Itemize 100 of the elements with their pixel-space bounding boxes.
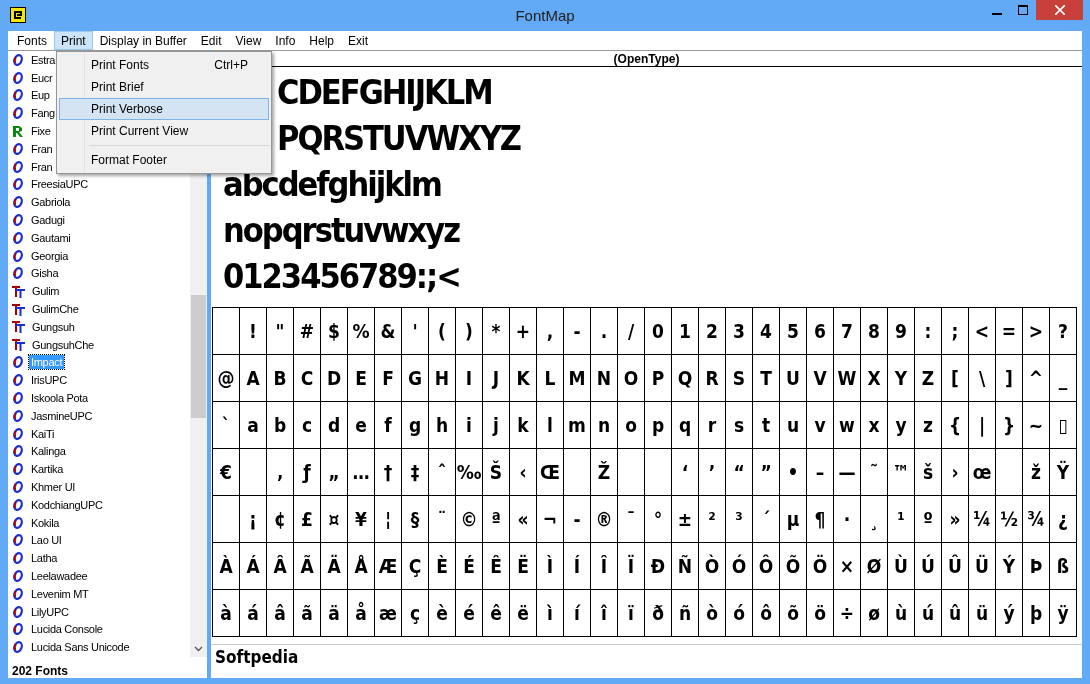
menu-item[interactable]: Print (54, 31, 93, 50)
glyph-cell[interactable]: 8 (861, 308, 887, 354)
font-list-item[interactable]: GulimChe (30, 302, 81, 317)
glyph-cell[interactable]: x (861, 402, 887, 448)
glyph-cell[interactable]: u (780, 402, 806, 448)
glyph-cell[interactable]: z (915, 402, 941, 448)
glyph-cell[interactable]: U (780, 355, 806, 401)
glyph-cell[interactable]: a (240, 402, 266, 448)
glyph-cell[interactable]: E (348, 355, 374, 401)
menu-option[interactable]: Print Fonts Ctrl+P (59, 54, 269, 76)
font-list-item[interactable]: Fran (29, 141, 55, 156)
glyph-cell[interactable]: Ó (726, 543, 752, 589)
glyph-cell[interactable]: l (537, 402, 563, 448)
glyph-cell[interactable]: æ (375, 590, 401, 636)
font-list-item[interactable]: Eup (29, 88, 52, 103)
glyph-cell[interactable]: 7 (834, 308, 860, 354)
glyph-cell[interactable]: ï (618, 590, 644, 636)
glyph-cell[interactable]: _ (1050, 355, 1076, 401)
glyph-cell[interactable]: ¶ (807, 496, 833, 542)
font-list-item[interactable]: Lao UI (29, 533, 64, 548)
glyph-cell[interactable]: - (564, 308, 590, 354)
glyph-cell[interactable]: R (699, 355, 725, 401)
glyph-cell[interactable]: + (510, 308, 536, 354)
glyph-cell[interactable]: Î (591, 543, 617, 589)
glyph-cell[interactable]: C (294, 355, 320, 401)
glyph-cell[interactable]: ä (321, 590, 347, 636)
glyph-cell[interactable]: j (483, 402, 509, 448)
glyph-cell[interactable]: ¡ (240, 496, 266, 542)
glyph-cell[interactable]: @ (213, 355, 239, 401)
font-list-item[interactable]: Gautami (29, 230, 73, 245)
glyph-cell[interactable]: 2 (699, 308, 725, 354)
glyph-cell[interactable]: Ü (969, 543, 995, 589)
glyph-cell[interactable]: ‘ (672, 449, 698, 495)
glyph-cell[interactable]: 6 (807, 308, 833, 354)
glyph-cell[interactable]: ñ (672, 590, 698, 636)
glyph-cell[interactable]: ¨ (429, 496, 455, 542)
glyph-cell[interactable]: 1 (672, 308, 698, 354)
glyph-cell[interactable]: Z (915, 355, 941, 401)
glyph-cell[interactable]: ì (537, 590, 563, 636)
glyph-cell[interactable]: à (213, 590, 239, 636)
glyph-cell[interactable]: Æ (375, 543, 401, 589)
glyph-cell[interactable]: i (456, 402, 482, 448)
glyph-cell[interactable]: $ (321, 308, 347, 354)
menu-option[interactable]: Print Current View (59, 120, 269, 142)
glyph-cell[interactable]: ¬ (537, 496, 563, 542)
font-list-item[interactable]: Gulim (30, 284, 62, 299)
glyph-cell[interactable]: ~ (1023, 402, 1049, 448)
glyph-cell[interactable]: Ø (861, 543, 887, 589)
font-list-item[interactable]: Fixe (29, 124, 53, 139)
font-list-item[interactable]: IrisUPC (29, 373, 69, 388)
glyph-cell[interactable]: › (942, 449, 968, 495)
glyph-cell[interactable]: ô (753, 590, 779, 636)
glyph-cell[interactable]: Q (672, 355, 698, 401)
glyph-cell[interactable]: S (726, 355, 752, 401)
glyph-cell[interactable]: % (348, 308, 374, 354)
glyph-cell[interactable]: c (294, 402, 320, 448)
glyph-cell[interactable]: ¢ (267, 496, 293, 542)
font-list-item[interactable]: Gabriola (29, 195, 73, 210)
glyph-cell[interactable]: § (402, 496, 428, 542)
font-list-item[interactable]: GungsuhChe (30, 337, 96, 352)
glyph-cell[interactable]: w (834, 402, 860, 448)
scroll-down-icon[interactable] (194, 646, 203, 652)
glyph-cell[interactable]: † (375, 449, 401, 495)
font-list-item[interactable]: Levenim MT (29, 586, 91, 601)
glyph-cell[interactable]: Ë (510, 543, 536, 589)
menu-item[interactable]: Fonts (10, 31, 54, 50)
glyph-cell[interactable]: ^ (1023, 355, 1049, 401)
glyph-cell[interactable]: © (456, 496, 482, 542)
glyph-cell[interactable]: r (699, 402, 725, 448)
glyph-cell[interactable]: 0 (645, 308, 671, 354)
glyph-cell[interactable]: ' (402, 308, 428, 354)
scrollbar-thumb[interactable] (191, 295, 206, 418)
font-list-item[interactable]: KodchiangUPC (29, 497, 105, 512)
glyph-cell[interactable]: þ (1023, 590, 1049, 636)
glyph-cell[interactable]: [ (942, 355, 968, 401)
menu-item[interactable]: Help (302, 31, 342, 50)
glyph-cell[interactable]: f (375, 402, 401, 448)
glyph-cell[interactable]: ¿ (1050, 496, 1076, 542)
menu-item[interactable]: Display in Buffer (92, 31, 194, 50)
font-list-item[interactable]: Lucida Console (29, 622, 105, 637)
font-list-item[interactable]: Fang (29, 106, 57, 121)
menu-item[interactable]: Exit (341, 31, 376, 50)
glyph-cell[interactable]: s (726, 402, 752, 448)
glyph-cell[interactable]: Á (240, 543, 266, 589)
glyph-cell[interactable]: , (537, 308, 563, 354)
glyph-cell[interactable]: 9 (888, 308, 914, 354)
glyph-cell[interactable]: € (213, 449, 239, 495)
glyph-cell[interactable]: ³ (726, 496, 752, 542)
menu-option[interactable]: Print Verbose (59, 98, 269, 120)
font-list-item[interactable]: LilyUPC (29, 604, 71, 619)
glyph-cell[interactable]: É (456, 543, 482, 589)
glyph-cell[interactable]: ? (1050, 308, 1076, 354)
font-list-item[interactable]: Gungsuh (30, 319, 77, 334)
glyph-cell[interactable]: / (618, 308, 644, 354)
glyph-cell[interactable]: p (645, 402, 671, 448)
glyph-cell[interactable]: ÿ (1050, 590, 1076, 636)
glyph-cell[interactable]: ü (969, 590, 995, 636)
glyph-cell[interactable]: v (807, 402, 833, 448)
font-list-item[interactable]: Kokila (29, 515, 62, 530)
glyph-cell[interactable]: ö (807, 590, 833, 636)
